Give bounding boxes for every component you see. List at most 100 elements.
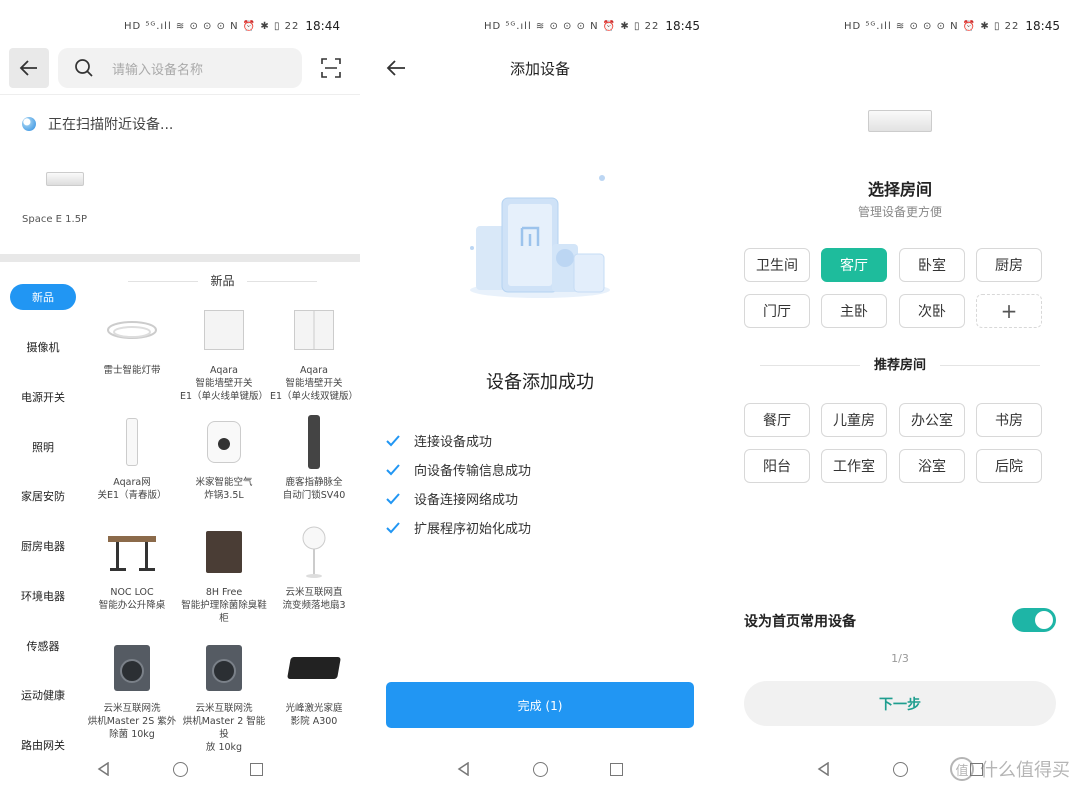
room-option[interactable]: 卧室 xyxy=(899,248,965,282)
recommended-room-option[interactable]: 阳台 xyxy=(744,449,810,483)
nav-recents-button[interactable] xyxy=(247,760,265,778)
found-device-item[interactable]: Space E 1.5P xyxy=(22,172,100,225)
category-environment[interactable]: 环境电器 xyxy=(10,583,76,609)
product-name: 云米互联网洗 烘机Master 2S 紫外 除菌 10kg xyxy=(87,703,177,740)
room-option[interactable]: 厨房 xyxy=(976,248,1042,282)
product-item[interactable]: Aqara 智能墙壁开关 E1（单火线单键版） xyxy=(178,302,270,403)
product-item[interactable]: Aqara网 关E1（青春版） xyxy=(86,414,178,502)
arrow-left-icon xyxy=(19,60,37,76)
done-button[interactable]: 完成 (1) xyxy=(386,682,694,728)
product-item[interactable]: 云米互联网洗 烘机Master 2 智能投 放 10kg xyxy=(178,640,270,754)
product-name: 8H Free 智能护理除菌除臭鞋 柜 xyxy=(181,587,267,624)
toggle-knob xyxy=(1035,611,1053,629)
air-conditioner-icon xyxy=(46,172,84,186)
room-option[interactable]: 主卧 xyxy=(821,294,887,328)
favorite-label: 设为首页常用设备 xyxy=(744,614,856,630)
progress-steps: 连接设备成功 向设备传输信息成功 设备连接网络成功 扩展程序初始化成功 xyxy=(386,426,531,542)
check-icon xyxy=(386,434,400,446)
wall-switch-double-icon xyxy=(286,302,342,358)
add-room-button[interactable]: + xyxy=(976,294,1042,328)
step-label: 向设备传输信息成功 xyxy=(414,464,532,479)
product-item[interactable]: 米家智能空气 炸锅3.5L xyxy=(178,414,270,502)
scan-qr-button[interactable] xyxy=(320,57,342,79)
product-item[interactable]: 8H Free 智能护理除菌除臭鞋 柜 xyxy=(178,524,270,625)
step-label: 连接设备成功 xyxy=(414,435,493,450)
status-icons: HD ⁵ᴳ.ıll ≋ ⊙ ⊙ ⊙ N ⏰ ✱ ▯ 22 xyxy=(483,20,660,32)
system-nav-bar xyxy=(360,746,720,792)
product-name: 云米互联网直 流变频落地扇3 xyxy=(282,587,346,611)
status-icons: HD ⁵ᴳ.ıll ≋ ⊙ ⊙ ⊙ N ⏰ ✱ ▯ 22 xyxy=(123,20,300,32)
recommended-room-option[interactable]: 书房 xyxy=(976,403,1042,437)
back-button[interactable] xyxy=(9,48,49,88)
section-separator xyxy=(0,254,360,262)
recommended-rooms-title: 推荐房间 xyxy=(744,354,1056,373)
add-device-success-screen: HD ⁵ᴳ.ıll ≋ ⊙ ⊙ ⊙ N ⏰ ✱ ▯ 22 18:45 添加设备 … xyxy=(360,0,720,792)
recommended-room-option[interactable]: 工作室 xyxy=(821,449,887,483)
page-indicator: 1/3 xyxy=(891,652,909,665)
product-item[interactable]: 鹿客指静脉全 自动门锁SV40 xyxy=(268,414,360,502)
section-title: 新品 xyxy=(95,272,350,289)
product-item[interactable]: 光峰激光家庭 影院 A300 xyxy=(268,640,360,728)
found-device-name: Space E 1.5P xyxy=(22,214,88,225)
product-name: 雷士智能灯带 xyxy=(103,365,161,376)
status-bar: HD ⁵ᴳ.ıll ≋ ⊙ ⊙ ⊙ N ⏰ ✱ ▯ 22 18:45 xyxy=(844,16,1060,36)
product-name: NOC LOC 智能办公升降桌 xyxy=(98,587,166,611)
product-item[interactable]: NOC LOC 智能办公升降桌 xyxy=(86,524,178,612)
check-icon xyxy=(386,492,400,504)
nav-recents-button[interactable] xyxy=(607,760,625,778)
category-camera[interactable]: 摄像机 xyxy=(10,334,76,360)
product-item[interactable]: 雷士智能灯带 xyxy=(86,302,178,377)
nav-home-button[interactable] xyxy=(531,760,549,778)
category-kitchen[interactable]: 厨房电器 xyxy=(10,533,76,559)
next-button[interactable]: 下一步 xyxy=(744,681,1056,726)
device-search-screen: HD ⁵ᴳ.ıll ≋ ⊙ ⊙ ⊙ N ⏰ ✱ ▯ 22 18:44 请输入设备… xyxy=(0,0,360,792)
recommended-rooms-title-text: 推荐房间 xyxy=(873,358,926,373)
product-item[interactable]: Aqara 智能墙壁开关 E1（单火线双键版） xyxy=(268,302,360,403)
air-conditioner-icon xyxy=(868,110,932,132)
category-sensor[interactable]: 传感器 xyxy=(10,633,76,659)
choose-room-screen: HD ⁵ᴳ.ıll ≋ ⊙ ⊙ ⊙ N ⏰ ✱ ▯ 22 18:45 选择房间 … xyxy=(720,0,1080,792)
recommended-room-option[interactable]: 餐厅 xyxy=(744,403,810,437)
room-option[interactable]: 门厅 xyxy=(744,294,810,328)
nav-back-button[interactable] xyxy=(815,760,833,778)
favorite-toggle[interactable] xyxy=(1012,608,1056,632)
circle-home-icon xyxy=(172,761,188,777)
page-title: 选择房间 xyxy=(867,180,932,199)
status-time: 18:44 xyxy=(305,19,340,33)
nav-home-button[interactable] xyxy=(891,760,909,778)
product-item[interactable]: 云米互联网直 流变频落地扇3 xyxy=(268,524,360,612)
floor-fan-icon xyxy=(286,524,342,580)
recommended-room-option[interactable]: 浴室 xyxy=(899,449,965,483)
divider xyxy=(0,94,360,95)
room-option[interactable]: 卫生间 xyxy=(744,248,810,282)
recommended-room-option[interactable]: 后院 xyxy=(976,449,1042,483)
product-name: 米家智能空气 炸锅3.5L xyxy=(195,477,253,501)
recommended-room-option[interactable]: 儿童房 xyxy=(821,403,887,437)
scanning-text: 正在扫描附近设备... xyxy=(48,117,174,133)
status-time: 18:45 xyxy=(1025,19,1060,33)
nav-back-button[interactable] xyxy=(95,760,113,778)
product-name: Aqara 智能墙壁开关 E1（单火线单键版） xyxy=(179,365,269,402)
category-power-switch[interactable]: 电源开关 xyxy=(10,384,76,410)
projector-icon xyxy=(286,640,342,696)
search-input[interactable]: 请输入设备名称 xyxy=(58,48,302,88)
category-sports-health[interactable]: 运动健康 xyxy=(10,682,76,708)
standing-desk-icon xyxy=(104,524,160,580)
room-option-selected[interactable]: 客厅 xyxy=(821,248,887,282)
category-new[interactable]: 新品 xyxy=(10,284,76,310)
triangle-back-icon xyxy=(817,762,829,776)
product-item[interactable]: 云米互联网洗 烘机Master 2S 紫外 除菌 10kg xyxy=(86,640,178,741)
nav-home-button[interactable] xyxy=(171,760,189,778)
scanning-spinner-icon xyxy=(22,117,36,131)
step-item: 连接设备成功 xyxy=(386,426,531,455)
led-strip-icon xyxy=(104,302,160,358)
product-name: Aqara网 关E1（青春版） xyxy=(97,477,167,501)
air-fryer-icon xyxy=(196,414,252,470)
category-security[interactable]: 家居安防 xyxy=(10,483,76,509)
nav-back-button[interactable] xyxy=(455,760,473,778)
scanning-status: 正在扫描附近设备... xyxy=(22,114,173,134)
room-option[interactable]: 次卧 xyxy=(899,294,965,328)
category-lighting[interactable]: 照明 xyxy=(10,434,76,460)
recommended-room-option[interactable]: 办公室 xyxy=(899,403,965,437)
circle-home-icon xyxy=(892,761,908,777)
